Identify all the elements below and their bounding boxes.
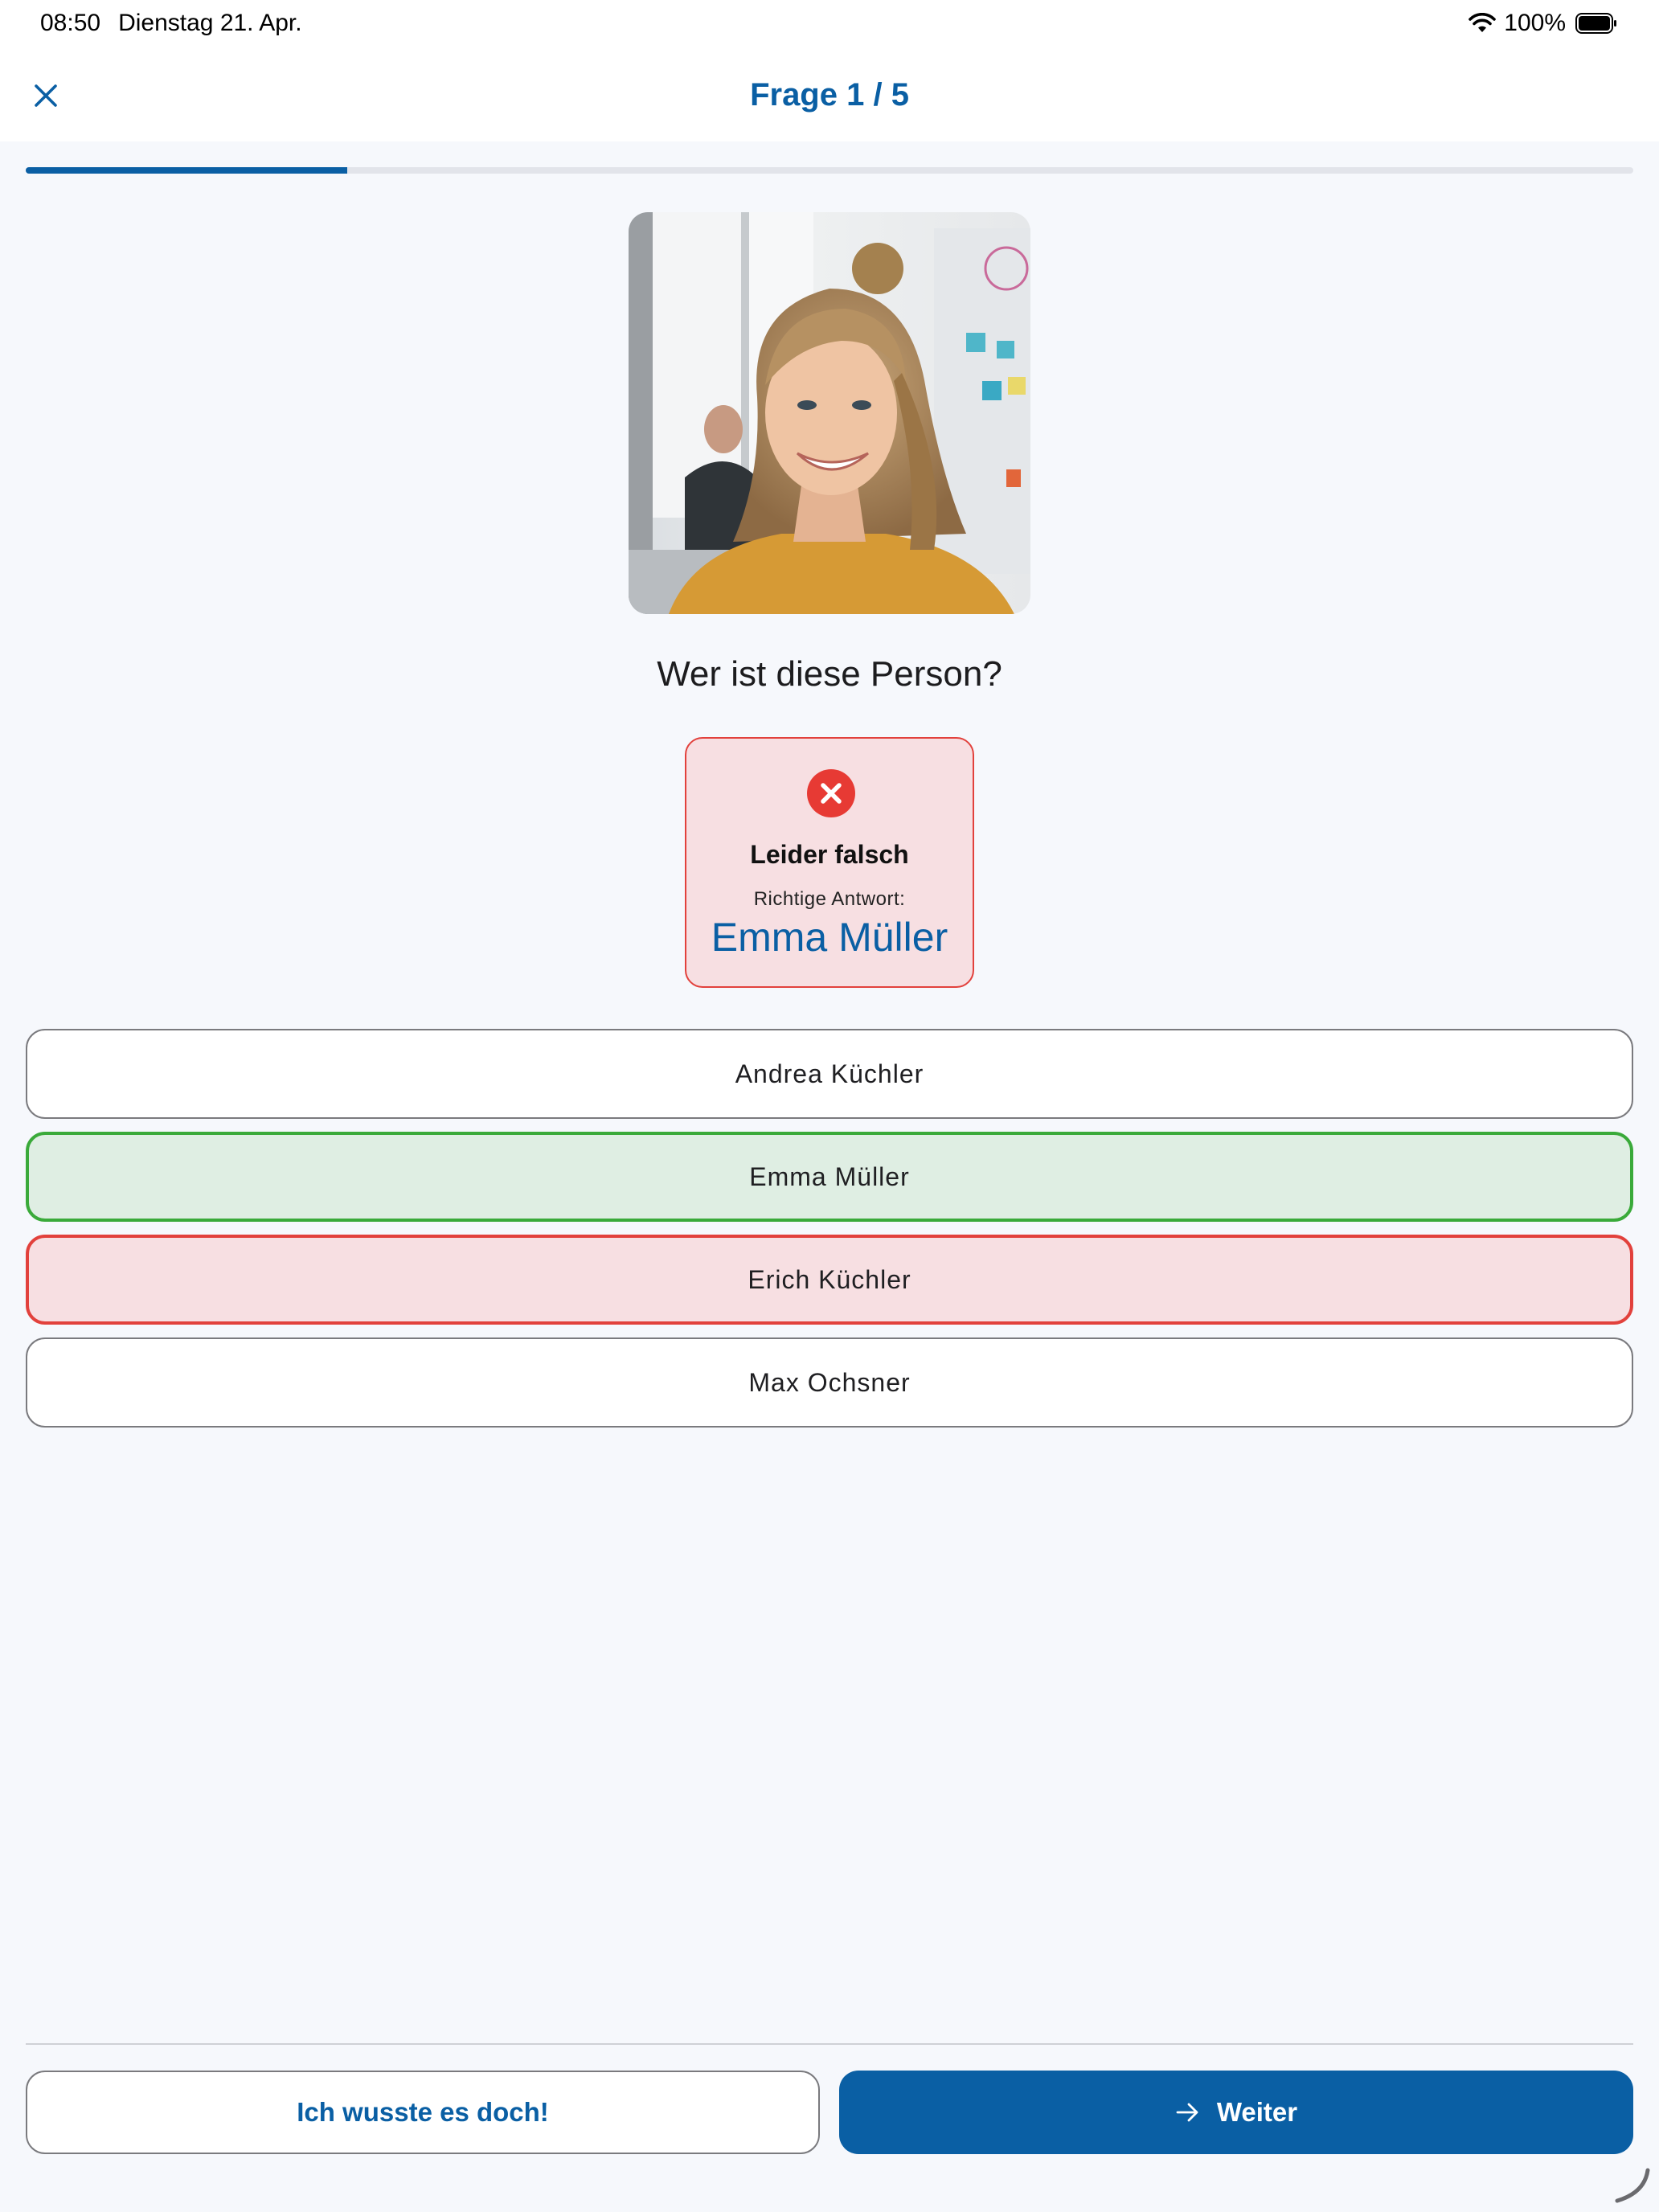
- status-time: 08:50: [40, 10, 101, 36]
- status-bar: 08:50 Dienstag 21. Apr. 100%: [0, 0, 1659, 50]
- error-x-icon: [807, 769, 855, 817]
- feedback-title: Leider falsch: [750, 840, 909, 869]
- battery-percent: 100%: [1504, 10, 1566, 36]
- person-photo: [629, 212, 1030, 614]
- resize-corner-icon: [1615, 2168, 1650, 2203]
- feedback-card: Leider falsch Richtige Antwort: Emma Mül…: [685, 737, 974, 988]
- battery-icon: [1575, 13, 1616, 34]
- knew-it-button[interactable]: Ich wusste es doch!: [26, 2071, 820, 2154]
- correct-answer: Emma Müller: [711, 915, 948, 960]
- arrow-right-icon: [1176, 2103, 1198, 2122]
- progress-bar: [26, 167, 1633, 174]
- page-title: Frage 1 / 5: [750, 77, 909, 113]
- person-photo-image: [629, 212, 1030, 614]
- footer-divider: [26, 2043, 1633, 2045]
- header: Frage 1 / 5: [0, 50, 1659, 141]
- answer-option-erich-kuechler[interactable]: Erich Küchler: [26, 1235, 1633, 1325]
- answer-option-max-ochsner[interactable]: Max Ochsner: [26, 1337, 1633, 1428]
- status-date: Dienstag 21. Apr.: [118, 10, 302, 36]
- next-button[interactable]: Weiter: [839, 2071, 1633, 2154]
- answer-option-emma-mueller[interactable]: Emma Müller: [26, 1132, 1633, 1222]
- knew-it-label: Ich wusste es doch!: [297, 2097, 549, 2127]
- next-label: Weiter: [1216, 2097, 1298, 2127]
- question-text: Wer ist diese Person?: [657, 654, 1002, 694]
- status-right: 100%: [1469, 10, 1617, 37]
- wifi-icon: [1469, 13, 1497, 32]
- answer-option-andrea-kuechler[interactable]: Andrea Küchler: [26, 1029, 1633, 1119]
- progress-fill: [26, 167, 347, 174]
- feedback-subtitle: Richtige Antwort:: [753, 888, 906, 910]
- status-left: 08:50 Dienstag 21. Apr.: [40, 10, 302, 37]
